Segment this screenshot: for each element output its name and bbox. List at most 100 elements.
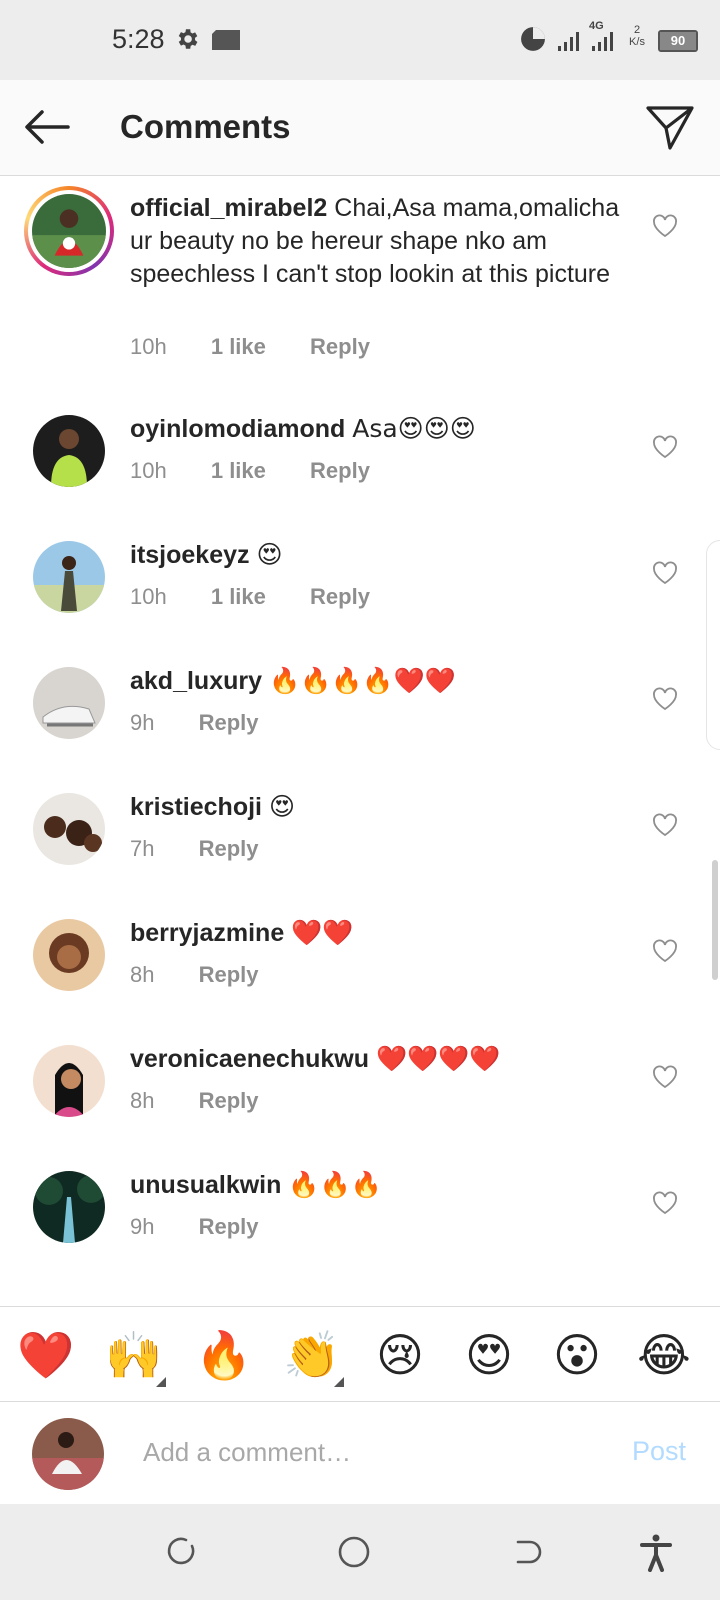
comment-body: unusualkwin 🔥🔥🔥: [130, 1168, 620, 1202]
comment-meta: 9h Reply: [130, 1214, 297, 1240]
emoji-crying-button[interactable]: 😢: [370, 1327, 430, 1383]
back-nav-icon[interactable]: [506, 1532, 546, 1572]
comment-time: 10h: [130, 334, 167, 359]
emoji-heart-button[interactable]: ❤️: [16, 1327, 76, 1383]
network-speed-unit: K/s: [629, 36, 645, 48]
comment-item: kristiechoji 😍 7h Reply: [0, 774, 720, 900]
comment-username[interactable]: official_mirabel2: [130, 194, 327, 222]
reply-button[interactable]: Reply: [199, 710, 259, 736]
comment-username[interactable]: kristiechoji: [130, 793, 262, 821]
comment-text: 😍: [268, 792, 296, 821]
comment-username[interactable]: itsjoekeyz: [130, 541, 250, 569]
reply-button[interactable]: Reply: [199, 836, 259, 862]
avatar[interactable]: [33, 919, 105, 991]
reply-button[interactable]: Reply: [199, 1214, 259, 1240]
comments-list[interactable]: official_mirabel2 Chai,Asa mama,omalicha…: [0, 176, 720, 1306]
like-heart-icon[interactable]: [652, 687, 678, 711]
comment-body: veronicaenechukwu ❤️❤️❤️❤️: [130, 1042, 620, 1076]
avatar-photo: [33, 1045, 105, 1117]
skin-tone-indicator: [334, 1377, 344, 1387]
avatar-photo: [33, 541, 105, 613]
avatar[interactable]: [33, 793, 105, 865]
network-speed: 2 K/s: [624, 24, 650, 48]
comment-body: oyinlomodiamond Asa😍😍😍: [130, 412, 620, 446]
comment-item: unusualkwin 🔥🔥🔥 9h Reply: [0, 1152, 720, 1278]
edge-panel-handle[interactable]: [706, 540, 720, 750]
avatar-story-ring[interactable]: [24, 186, 114, 276]
direct-send-icon[interactable]: [644, 102, 696, 152]
recent-apps-icon[interactable]: [162, 1532, 202, 1572]
like-heart-icon[interactable]: [652, 939, 678, 963]
reply-button[interactable]: Reply: [310, 458, 370, 484]
comment-likes[interactable]: 1 like: [211, 334, 266, 360]
avatar-photo: [33, 1171, 105, 1243]
comment-body: official_mirabel2 Chai,Asa mama,omalicha…: [130, 192, 620, 291]
comment-likes[interactable]: 1 like: [211, 584, 266, 610]
comment-text: ❤️❤️: [291, 918, 354, 947]
comment-time: 10h: [130, 584, 167, 609]
like-heart-icon[interactable]: [652, 1191, 678, 1215]
comment-text: ❤️❤️❤️❤️: [375, 1044, 501, 1073]
post-button[interactable]: Post: [632, 1436, 686, 1467]
comment-input[interactable]: [143, 1432, 583, 1472]
emoji-fire-button[interactable]: 🔥: [194, 1327, 254, 1383]
comment-text: Asa😍😍😍: [352, 414, 476, 443]
battery-level: 90: [660, 32, 696, 50]
reply-button[interactable]: Reply: [199, 962, 259, 988]
comment-item: berryjazmine ❤️❤️ 8h Reply: [0, 900, 720, 1026]
accessibility-icon[interactable]: [636, 1532, 676, 1572]
emoji-surprised-button[interactable]: 😮: [547, 1327, 607, 1383]
avatar-photo: [32, 194, 106, 268]
emoji-raised-hands-icon: 🙌: [105, 1328, 163, 1382]
comment-username[interactable]: berryjazmine: [130, 919, 284, 947]
comment-item: oyinlomodiamond Asa😍😍😍 10h 1 like Reply: [0, 396, 720, 522]
like-heart-icon[interactable]: [652, 435, 678, 459]
comment-composer: Post: [0, 1402, 720, 1504]
comment-username[interactable]: veronicaenechukwu: [130, 1045, 369, 1073]
like-heart-icon[interactable]: [652, 813, 678, 837]
comment-time: 7h: [130, 836, 155, 861]
avatar[interactable]: [33, 1045, 105, 1117]
like-heart-icon[interactable]: [652, 1065, 678, 1089]
reply-button[interactable]: Reply: [310, 334, 370, 360]
avatar[interactable]: [33, 1171, 105, 1243]
signal-strength-icon: [558, 32, 579, 51]
comment-username[interactable]: unusualkwin: [130, 1171, 281, 1199]
emoji-raised-hands-button[interactable]: 🙌: [104, 1327, 166, 1387]
like-heart-icon[interactable]: [652, 561, 678, 585]
comment-username[interactable]: akd_luxury: [130, 667, 262, 695]
comment-body: akd_luxury 🔥🔥🔥🔥❤️❤️: [130, 664, 620, 698]
comment-time: 9h: [130, 710, 155, 735]
avatar[interactable]: [33, 415, 105, 487]
sim-card-icon: [212, 30, 240, 50]
comments-header: Comments: [0, 80, 720, 176]
comment-item: akd_luxury 🔥🔥🔥🔥❤️❤️ 9h Reply: [0, 648, 720, 774]
avatar[interactable]: [33, 667, 105, 739]
scrollbar-thumb[interactable]: [712, 860, 718, 980]
reply-button[interactable]: Reply: [199, 1088, 259, 1114]
home-icon[interactable]: [334, 1532, 374, 1572]
reply-button[interactable]: Reply: [310, 584, 370, 610]
emoji-clap-icon: 👏: [283, 1328, 341, 1382]
avatar: [32, 194, 106, 268]
comment-body: berryjazmine ❤️❤️: [130, 916, 620, 950]
comment-body: kristiechoji 😍: [130, 790, 620, 824]
comment-item: veronicaenechukwu ❤️❤️❤️❤️ 8h Reply: [0, 1026, 720, 1152]
avatar[interactable]: [33, 541, 105, 613]
comment-username[interactable]: oyinlomodiamond: [130, 415, 345, 443]
settings-gear-icon: [178, 29, 198, 49]
like-heart-icon[interactable]: [652, 214, 678, 238]
comment-time: 9h: [130, 1214, 155, 1239]
avatar-photo: [32, 1418, 104, 1490]
comment-time: 8h: [130, 962, 155, 987]
quick-emoji-bar: ❤️ 🙌 🔥 👏 😢 😍 😮 😂: [0, 1306, 720, 1402]
emoji-laughing-button[interactable]: 😂: [634, 1327, 694, 1383]
emoji-clap-button[interactable]: 👏: [282, 1327, 344, 1387]
comment-meta: 9h Reply: [130, 710, 297, 736]
emoji-heart-eyes-button[interactable]: 😍: [459, 1327, 519, 1383]
back-arrow-icon[interactable]: [22, 107, 72, 147]
skin-tone-indicator: [156, 1377, 166, 1387]
status-time: 5:28: [112, 24, 165, 54]
comment-likes[interactable]: 1 like: [211, 458, 266, 484]
avatar-photo: [33, 415, 105, 487]
